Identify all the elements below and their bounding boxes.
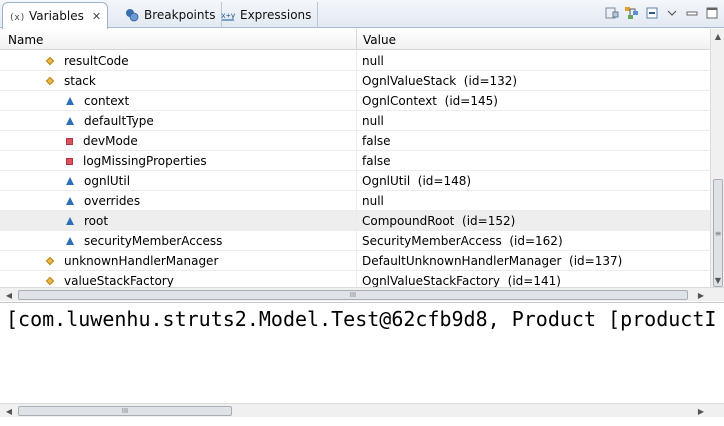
table-row[interactable]: defaultType null — [0, 111, 710, 131]
table-row[interactable]: ognlUtil OgnlUtil (id=148) — [0, 171, 710, 191]
row-name-cell: stack — [0, 71, 357, 91]
table-row[interactable]: context OgnlContext (id=145) — [0, 91, 710, 111]
row-name-label: securityMemberAccess — [84, 234, 223, 248]
table-row[interactable]: devMode false — [0, 131, 710, 151]
view-toolbar — [604, 5, 720, 21]
field-diamond-icon — [45, 276, 55, 286]
column-header-name[interactable]: Name — [0, 29, 357, 50]
field-diamond-icon — [45, 76, 55, 86]
protected-triangle-icon — [66, 217, 74, 225]
svg-text:x+y: x+y — [221, 11, 235, 20]
protected-triangle-icon — [66, 117, 74, 125]
detail-horizontal-scrollbar[interactable]: ◀ III ▶ — [0, 403, 724, 417]
horizontal-scroll-thumb[interactable]: III — [18, 406, 232, 416]
row-value-cell: null — [362, 114, 384, 128]
row-value-cell: DefaultUnknownHandlerManager (id=137) — [362, 254, 623, 268]
variables-icon: (x)= — [9, 8, 25, 24]
field-diamond-icon — [45, 56, 55, 66]
tab-label: Breakpoints — [144, 8, 216, 22]
view-menu-icon[interactable] — [664, 5, 680, 21]
tab-expressions[interactable]: x+y Expressions — [214, 2, 319, 28]
row-name-label: devMode — [83, 134, 138, 148]
protected-triangle-icon — [66, 197, 74, 205]
row-name-label: context — [84, 94, 130, 108]
detail-value-text[interactable]: [com.luwenhu.struts2.Model.Test@62cfb9d8… — [6, 307, 716, 331]
row-name-cell: context — [0, 91, 357, 111]
row-name-cell: unknownHandlerManager — [0, 251, 357, 271]
row-name-cell: securityMemberAccess — [0, 231, 357, 251]
tab-variables[interactable]: (x)= Variables ✕ — [2, 2, 109, 29]
row-name-label: ognlUtil — [84, 174, 131, 188]
row-name-label: defaultType — [84, 114, 154, 128]
row-value-cell: OgnlValueStack (id=132) — [362, 74, 518, 88]
tab-label: Variables — [29, 9, 84, 23]
private-square-icon — [66, 157, 73, 165]
row-name-cell: overrides — [0, 191, 357, 211]
vertical-scroll-thumb[interactable]: ≡ — [713, 179, 723, 287]
svg-text:(x)=: (x)= — [9, 13, 25, 22]
row-name-label: resultCode — [64, 54, 129, 68]
scroll-right-arrow-icon[interactable]: ▶ — [694, 288, 708, 302]
scroll-left-arrow-icon[interactable]: ◀ — [2, 404, 16, 418]
row-name-label: stack — [64, 74, 96, 88]
scroll-right-arrow-icon[interactable]: ▶ — [694, 404, 708, 418]
row-name-label: root — [84, 214, 109, 228]
protected-triangle-icon — [66, 97, 74, 105]
view-tab-bar: (x)= Variables ✕ Breakpoints x+y Express… — [0, 0, 724, 29]
row-name-cell: resultCode — [0, 51, 357, 71]
detail-pane[interactable]: [com.luwenhu.struts2.Model.Test@62cfb9d8… — [0, 302, 724, 402]
row-value-cell: null — [362, 54, 384, 68]
row-name-cell: devMode — [0, 131, 357, 151]
table-header: Name Value — [0, 29, 710, 50]
show-logical-structure-icon[interactable] — [624, 5, 640, 21]
row-value-cell: false — [362, 154, 391, 168]
row-name-cell: root — [0, 211, 357, 231]
row-value-cell: OgnlValueStackFactory (id=141) — [362, 274, 561, 287]
variables-tree-table: Name Value resultCode null stack OgnlValueS… — [0, 29, 710, 287]
row-name-cell: defaultType — [0, 111, 357, 131]
row-name-label: overrides — [84, 194, 141, 208]
collapse-all-icon[interactable] — [644, 5, 660, 21]
table-row[interactable]: root CompoundRoot (id=152) — [0, 211, 710, 231]
row-value-cell: OgnlUtil (id=148) — [362, 174, 472, 188]
table-row[interactable]: valueStackFactory OgnlValueStackFactory (… — [0, 271, 710, 287]
row-value-cell: false — [362, 134, 391, 148]
breakpoints-icon — [124, 7, 140, 23]
table-row[interactable]: resultCode null — [0, 51, 710, 71]
table-row[interactable]: logMissingProperties false — [0, 151, 710, 171]
protected-triangle-icon — [66, 237, 74, 245]
tree-rows: resultCode null stack OgnlValueStack (id=13… — [0, 51, 710, 287]
horizontal-scroll-thumb[interactable]: III — [18, 290, 688, 300]
expressions-icon: x+y — [220, 7, 236, 23]
row-name-label: logMissingProperties — [83, 154, 207, 168]
scroll-up-arrow-icon[interactable]: ▲ — [711, 29, 724, 43]
table-horizontal-scrollbar[interactable]: ◀ III ▶ — [0, 287, 724, 301]
row-name-cell: valueStackFactory — [0, 271, 357, 287]
row-value-cell: null — [362, 194, 384, 208]
table-row[interactable]: overrides null — [0, 191, 710, 211]
scroll-left-arrow-icon[interactable]: ◀ — [2, 288, 16, 302]
show-type-names-icon[interactable] — [604, 5, 620, 21]
tab-label: Expressions — [240, 8, 312, 22]
row-value-cell: CompoundRoot (id=152) — [362, 214, 516, 228]
table-row[interactable]: stack OgnlValueStack (id=132) — [0, 71, 710, 91]
private-square-icon — [66, 137, 73, 145]
row-value-cell: SecurityMemberAccess (id=162) — [362, 234, 563, 248]
table-row[interactable]: unknownHandlerManager DefaultUnknownHandl… — [0, 251, 710, 271]
row-name-label: valueStackFactory — [64, 274, 174, 287]
tab-breakpoints[interactable]: Breakpoints — [118, 2, 223, 28]
maximize-icon[interactable] — [704, 5, 720, 21]
table-row[interactable]: securityMemberAccess SecurityMemberAccess… — [0, 231, 710, 251]
row-name-label: unknownHandlerManager — [64, 254, 219, 268]
row-name-cell: logMissingProperties — [0, 151, 357, 171]
row-value-cell: OgnlContext (id=145) — [362, 94, 498, 108]
row-name-cell: ognlUtil — [0, 171, 357, 191]
scroll-down-arrow-icon[interactable]: ▼ — [711, 273, 724, 287]
vertical-scrollbar[interactable]: ▲ ≡ ▼ — [710, 29, 724, 287]
field-diamond-icon — [45, 256, 55, 266]
minimize-icon[interactable] — [684, 5, 700, 21]
column-header-value[interactable]: Value — [357, 29, 710, 50]
protected-triangle-icon — [66, 177, 74, 185]
close-icon[interactable]: ✕ — [92, 10, 101, 23]
